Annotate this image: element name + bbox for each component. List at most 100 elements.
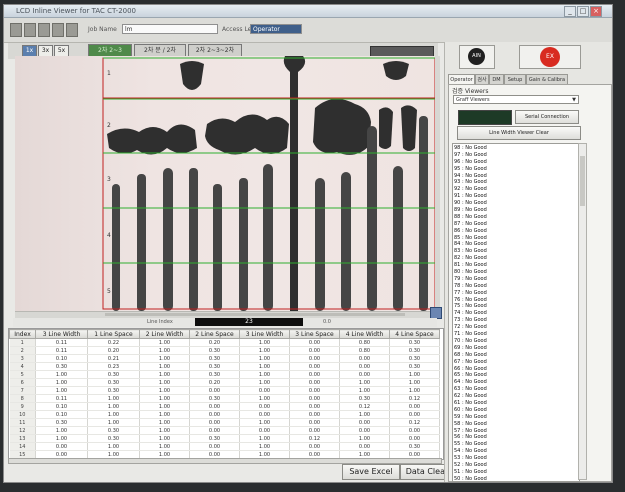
table-row[interactable]: 8 0.11 1.00 1.00 0.30 1.00 0.00 0.30 0.12 — [9, 394, 440, 403]
line-width-viewer-clear-button[interactable]: Line Width Viewer Clear — [457, 126, 581, 140]
list-item[interactable]: 51 : No Good — [454, 469, 487, 476]
new-file-icon[interactable] — [10, 23, 22, 37]
settings-icon[interactable] — [52, 23, 64, 37]
table-cell: 0.00 — [289, 394, 340, 403]
list-item[interactable]: 54 : No Good — [454, 448, 487, 455]
list-item[interactable]: 70 : No Good — [454, 338, 487, 345]
table-row[interactable]: 14 0.00 1.00 1.00 0.00 1.00 0.00 0.00 0.30 — [9, 442, 440, 451]
list-item[interactable]: 59 : No Good — [454, 414, 487, 421]
close-button[interactable]: × — [590, 6, 602, 17]
list-item[interactable]: 90 : No Good — [454, 200, 487, 207]
table-row[interactable]: 9 0.10 1.00 1.00 0.00 0.00 0.00 0.12 0.00 — [9, 402, 440, 411]
save-file-icon[interactable] — [38, 23, 50, 37]
list-item[interactable]: 73 : No Good — [454, 317, 487, 324]
maximize-button[interactable]: □ — [577, 6, 589, 17]
list-item[interactable]: 50 : No Good — [454, 476, 487, 481]
table-cell: 0.12 — [389, 418, 440, 427]
result-log-list[interactable]: 98 : No Good 97 : No Good 96 : No Good 95 :… — [452, 143, 580, 482]
list-item[interactable]: 63 : No Good — [454, 386, 487, 393]
table-row[interactable]: 7 1.00 0.30 1.00 0.00 0.00 0.00 1.00 1.00 — [9, 386, 440, 395]
viewer-select[interactable]: Graff Viewers ▼ — [453, 95, 579, 104]
list-item[interactable]: 74 : No Good — [454, 310, 487, 317]
table-row[interactable]: 12 1.00 0.30 1.00 0.00 0.00 0.00 0.00 0.00 — [9, 426, 440, 435]
table-row[interactable]: 6 1.00 0.30 1.00 0.20 1.00 0.00 1.00 1.00 — [9, 378, 440, 387]
job-name-field[interactable]: lm — [122, 24, 218, 34]
list-item[interactable]: 80 : No Good — [454, 269, 487, 276]
column-header[interactable]: Index — [9, 329, 36, 339]
table-row[interactable]: 2 0.11 0.20 1.00 0.30 1.00 0.00 0.80 0.30 — [9, 346, 440, 355]
list-item[interactable]: 58 : No Good — [454, 421, 487, 428]
log-scroll-thumb[interactable] — [580, 156, 585, 206]
viewer-horizontal-scrollbar[interactable] — [15, 311, 435, 318]
list-item[interactable]: 61 : No Good — [454, 400, 487, 407]
list-item[interactable]: 91 : No Good — [454, 193, 487, 200]
scroll-thumb[interactable] — [105, 313, 405, 316]
column-header[interactable]: 3 Line Width — [239, 329, 290, 339]
list-item[interactable]: 94 : No Good — [454, 173, 487, 180]
column-header[interactable]: 3 Line Space — [289, 329, 340, 339]
list-item[interactable]: 66 : No Good — [454, 366, 487, 373]
column-header[interactable]: 4 Line Width — [339, 329, 390, 339]
list-item[interactable]: 81 : No Good — [454, 262, 487, 269]
table-row[interactable]: 3 0.10 0.21 1.00 0.30 1.00 0.00 0.00 0.30 — [9, 354, 440, 363]
list-item[interactable]: 89 : No Good — [454, 207, 487, 214]
print-icon[interactable] — [66, 23, 78, 37]
minimize-button[interactable]: _ — [564, 6, 576, 17]
column-header[interactable]: 2 Line Space — [189, 329, 240, 339]
table-cell: 0.30 — [389, 338, 440, 347]
table-row[interactable]: 4 0.30 0.23 1.00 0.30 1.00 0.00 0.00 0.30 — [9, 362, 440, 371]
open-file-icon[interactable] — [24, 23, 36, 37]
list-item[interactable]: 84 : No Good — [454, 241, 487, 248]
save-excel-button[interactable]: Save Excel — [342, 464, 400, 480]
table-row[interactable]: 11 0.30 1.00 1.00 0.00 1.00 0.00 0.00 0.12 — [9, 418, 440, 427]
list-item[interactable]: 60 : No Good — [454, 407, 487, 414]
table-row[interactable]: 5 1.00 0.30 1.00 0.30 1.00 0.00 0.00 1.00 — [9, 370, 440, 379]
list-item[interactable]: 53 : No Good — [454, 455, 487, 462]
list-item[interactable]: 67 : No Good — [454, 359, 487, 366]
list-item[interactable]: 88 : No Good — [454, 214, 487, 221]
column-header[interactable]: 4 Line Space — [389, 329, 440, 339]
list-item[interactable]: 96 : No Good — [454, 159, 487, 166]
measurement-table[interactable]: Index 3 Line Width 1 Line Space 2 Line Widt… — [8, 328, 444, 460]
list-item[interactable]: 82 : No Good — [454, 255, 487, 262]
list-item[interactable]: 92 : No Good — [454, 186, 487, 193]
list-item[interactable]: 62 : No Good — [454, 393, 487, 400]
list-item[interactable]: 72 : No Good — [454, 324, 487, 331]
list-item[interactable]: 87 : No Good — [454, 221, 487, 228]
list-item[interactable]: 71 : No Good — [454, 331, 487, 338]
list-item[interactable]: 85 : No Good — [454, 235, 487, 242]
list-item[interactable]: 79 : No Good — [454, 276, 487, 283]
list-item[interactable]: 86 : No Good — [454, 228, 487, 235]
table-row[interactable]: 13 1.00 0.30 1.00 0.30 1.00 0.12 1.00 0.00 — [9, 434, 440, 443]
list-item[interactable]: 97 : No Good — [454, 152, 487, 159]
list-item[interactable]: 56 : No Good — [454, 434, 487, 441]
list-item[interactable]: 78 : No Good — [454, 283, 487, 290]
list-item[interactable]: 65 : No Good — [454, 372, 487, 379]
ain-button[interactable]: AIN — [459, 45, 495, 69]
list-item[interactable]: 68 : No Good — [454, 352, 487, 359]
list-item[interactable]: 76 : No Good — [454, 297, 487, 304]
list-item[interactable]: 64 : No Good — [454, 379, 487, 386]
access-level-select[interactable]: Operator — [250, 24, 302, 34]
table-row[interactable]: 10 0.10 1.00 1.00 0.00 0.00 0.00 1.00 0.00 — [9, 410, 440, 419]
list-item[interactable]: 57 : No Good — [454, 428, 487, 435]
table-row[interactable]: 1 0.11 0.22 1.00 0.20 1.00 0.00 0.80 0.30 — [9, 338, 440, 347]
table-cell: 0.00 — [289, 346, 340, 355]
log-scrollbar[interactable] — [578, 143, 587, 480]
line-image-viewer[interactable]: 1 2 3 4 5 — [15, 56, 435, 311]
list-item[interactable]: 52 : No Good — [454, 462, 487, 469]
viewer-vertical-scrollbar[interactable] — [435, 56, 440, 311]
column-header[interactable]: 1 Line Space — [87, 329, 140, 339]
list-item[interactable]: 95 : No Good — [454, 166, 487, 173]
column-header[interactable]: 2 Line Width — [139, 329, 190, 339]
list-item[interactable]: 75 : No Good — [454, 303, 487, 310]
list-item[interactable]: 77 : No Good — [454, 290, 487, 297]
list-item[interactable]: 69 : No Good — [454, 345, 487, 352]
list-item[interactable]: 93 : No Good — [454, 179, 487, 186]
list-item[interactable]: 55 : No Good — [454, 441, 487, 448]
stop-button[interactable]: EX — [519, 45, 581, 69]
list-item[interactable]: 83 : No Good — [454, 248, 487, 255]
list-item[interactable]: 98 : No Good — [454, 145, 487, 152]
serial-connection-button[interactable]: Serial Connection — [515, 110, 579, 124]
column-header[interactable]: 3 Line Width — [35, 329, 88, 339]
